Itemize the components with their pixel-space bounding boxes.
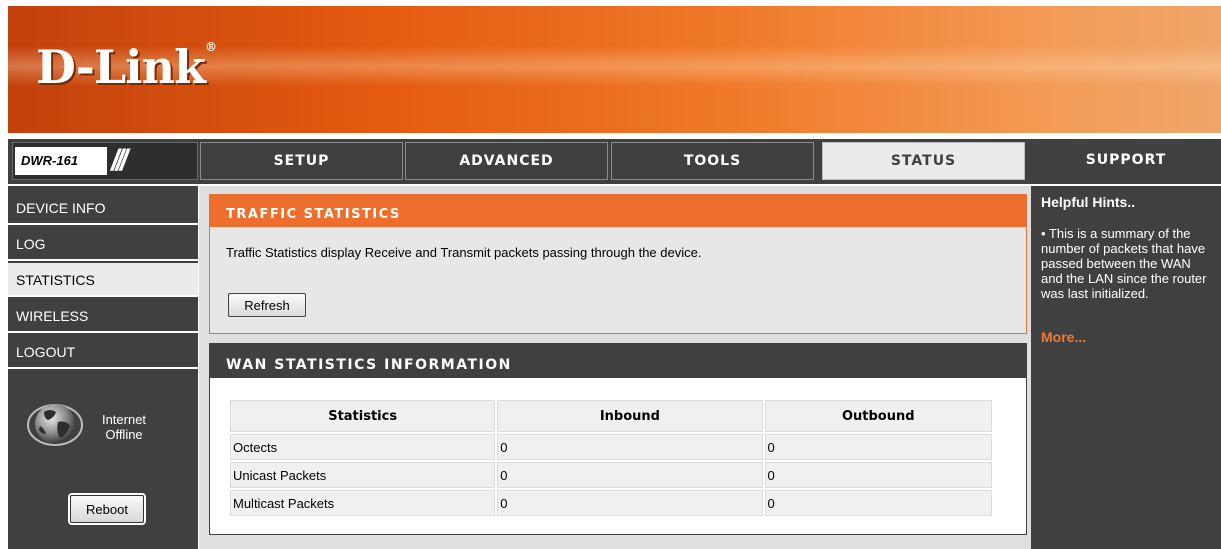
traffic-statistics-panel: TRAFFIC STATISTICS Traffic Statistics di… [209, 194, 1027, 334]
model-box: DWR-161 /// [12, 142, 198, 180]
main-content: TRAFFIC STATISTICS Traffic Statistics di… [199, 186, 1031, 549]
column-header-inbound: Inbound [497, 400, 763, 432]
dlink-logo: D-Link® [36, 40, 217, 94]
sidebar-item-statistics[interactable]: STATISTICS [8, 263, 198, 297]
wan-statistics-table: Statistics Inbound Outbound Octects 0 0 … [228, 398, 994, 518]
table-header-row: Statistics Inbound Outbound [230, 400, 992, 432]
tab-support[interactable]: SUPPORT [1031, 142, 1221, 180]
sidebar-item-logout[interactable]: LOGOUT [8, 335, 198, 369]
table-row: Unicast Packets 0 0 [230, 462, 992, 488]
more-link[interactable]: More... [1041, 329, 1211, 345]
internet-status-line1: Internet [101, 412, 147, 427]
reboot-button[interactable]: Reboot [70, 495, 144, 523]
header-banner: D-Link® [8, 6, 1221, 133]
helpful-hints-panel: Helpful Hints.. • This is a summary of t… [1031, 186, 1221, 549]
nav-bar: DWR-161 /// SETUP ADVANCED TOOLS STATUS … [8, 139, 1221, 184]
tab-advanced[interactable]: ADVANCED [405, 142, 608, 180]
table-cell: Multicast Packets [230, 490, 496, 516]
tab-setup[interactable]: SETUP [200, 142, 403, 180]
table-row: Octects 0 0 [230, 434, 992, 460]
table-cell: Octects [230, 434, 496, 460]
traffic-statistics-title: TRAFFIC STATISTICS [210, 195, 1026, 227]
globe-icon [27, 404, 83, 446]
tab-tools[interactable]: TOOLS [611, 142, 814, 180]
table-cell: 0 [497, 462, 763, 488]
table-cell: Unicast Packets [230, 462, 496, 488]
column-header-statistics: Statistics [230, 400, 496, 432]
model-label: DWR-161 [15, 147, 107, 175]
registered-mark: ® [204, 40, 217, 54]
tab-status[interactable]: STATUS [822, 142, 1025, 180]
helpful-hints-text: • This is a summary of the number of pac… [1041, 226, 1207, 301]
table-cell: 0 [764, 434, 992, 460]
sidebar-item-wireless[interactable]: WIRELESS [8, 299, 198, 333]
model-slashes: /// [111, 144, 128, 177]
helpful-hints-title: Helpful Hints.. [1041, 194, 1136, 210]
refresh-button[interactable]: Refresh [228, 293, 306, 317]
sidebar-item-log[interactable]: LOG [8, 227, 198, 261]
internet-status-line2: Offline [105, 427, 143, 442]
wan-statistics-panel: WAN STATISTICS INFORMATION Statistics In… [209, 343, 1027, 535]
wan-statistics-title: WAN STATISTICS INFORMATION [210, 344, 1026, 378]
internet-status: Internet Offline [94, 412, 154, 442]
brand-text: D-Link [36, 40, 206, 94]
table-cell: 0 [497, 434, 763, 460]
traffic-statistics-description: Traffic Statistics display Receive and T… [226, 245, 702, 260]
table-cell: 0 [497, 490, 763, 516]
table-cell: 0 [764, 462, 992, 488]
column-header-outbound: Outbound [764, 400, 992, 432]
sidebar-item-device-info[interactable]: DEVICE INFO [8, 191, 198, 225]
table-row: Multicast Packets 0 0 [230, 490, 992, 516]
table-cell: 0 [764, 490, 992, 516]
sidebar: DEVICE INFO LOG STATISTICS WIRELESS LOGO… [8, 186, 198, 549]
